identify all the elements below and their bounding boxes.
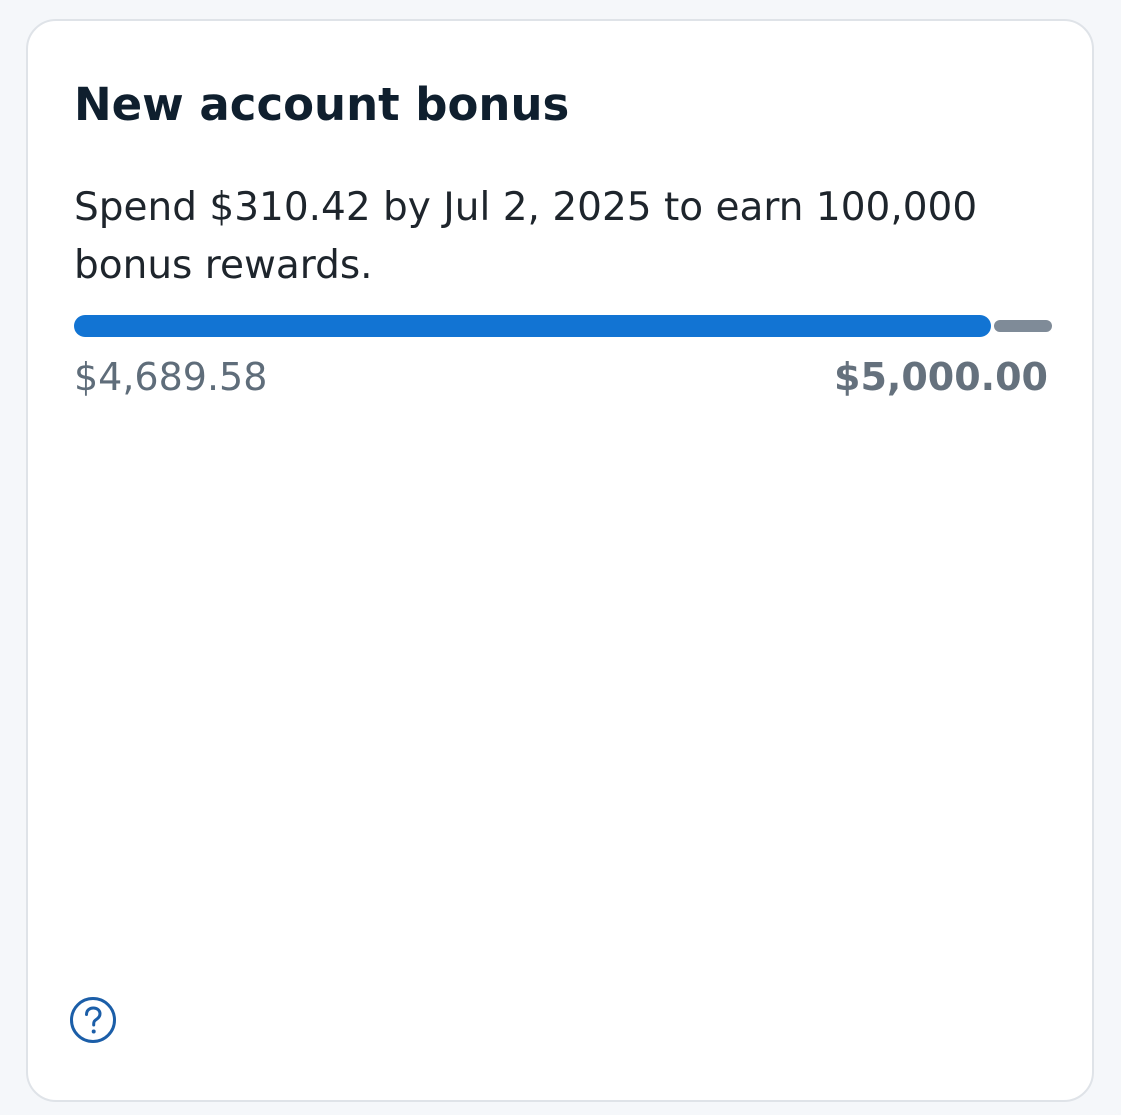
card-title: New account bonus bbox=[74, 78, 570, 131]
amount-spent: $4,689.58 bbox=[74, 355, 268, 399]
help-button[interactable] bbox=[68, 995, 118, 1045]
progress-fill bbox=[74, 315, 991, 337]
new-account-bonus-card: New account bonus Spend $310.42 by Jul 2… bbox=[26, 19, 1094, 1102]
spend-goal-amount: $5,000.00 bbox=[834, 355, 1048, 399]
spend-progress-bar bbox=[74, 315, 1052, 337]
progress-remaining-track bbox=[994, 320, 1052, 332]
bonus-description: Spend $310.42 by Jul 2, 2025 to earn 100… bbox=[74, 185, 978, 288]
question-circle-icon bbox=[68, 995, 118, 1045]
